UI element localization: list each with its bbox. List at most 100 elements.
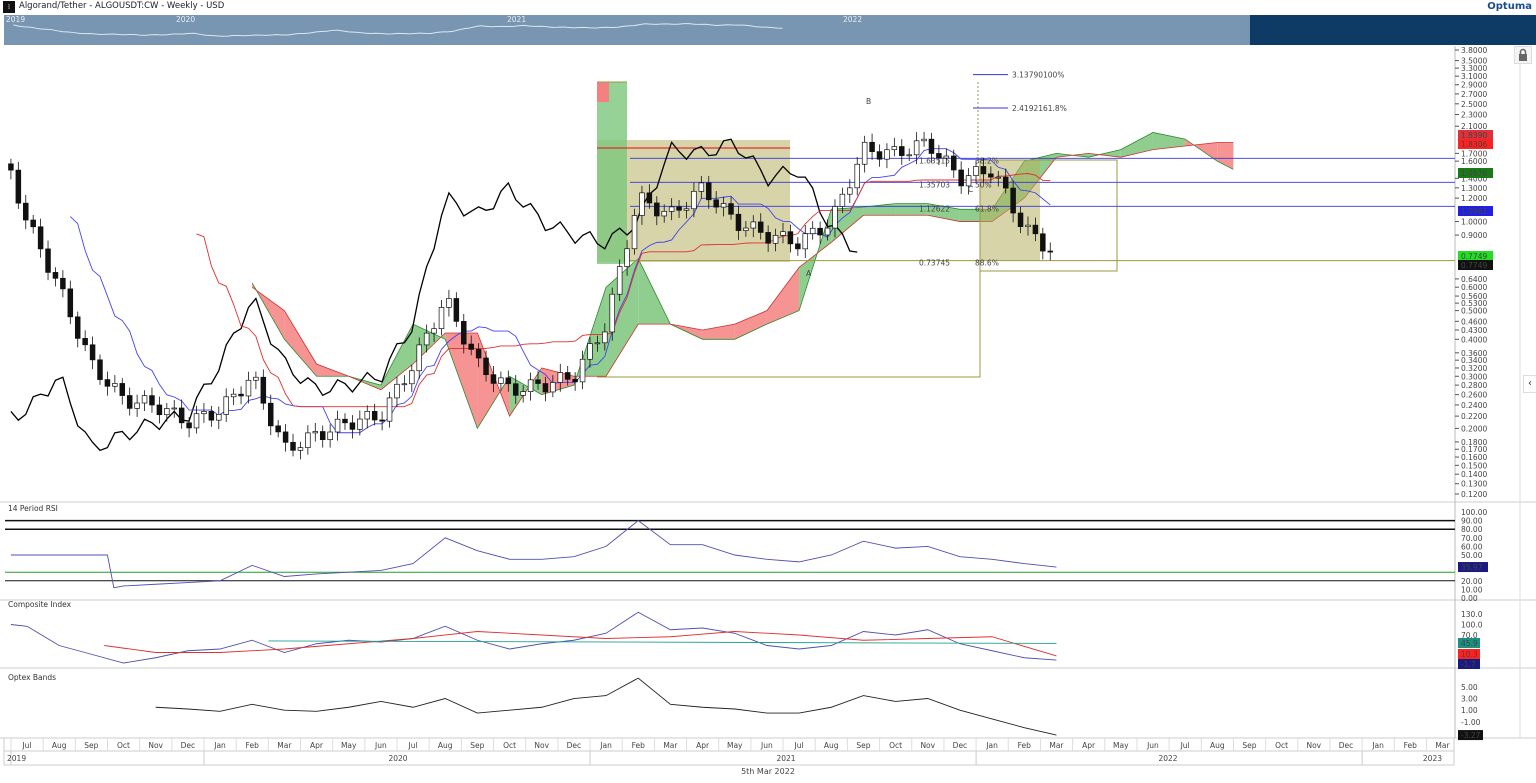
price-tick-label: 1.6000 [1461, 157, 1487, 166]
month-label: Feb [1404, 741, 1418, 750]
chart-canvas[interactable]: 3.80003.50003.30003.10002.90002.70002.50… [0, 0, 1536, 783]
candle-bullish [750, 221, 757, 229]
month-label: Mar [663, 741, 678, 750]
candle-bullish [557, 372, 564, 383]
candle-bearish [379, 419, 385, 422]
month-label: Aug [52, 741, 67, 750]
price-tick-label: 0.2200 [1461, 412, 1487, 421]
composite-last-value: 45.9 [1461, 639, 1478, 648]
candle-bullish [386, 397, 393, 422]
candle-bullish [438, 307, 445, 330]
candle-bullish [839, 193, 846, 207]
composite-panel-title: Composite Index [8, 600, 72, 609]
price-tick-label: 0.1500 [1461, 461, 1487, 470]
month-label: Mar [1049, 741, 1064, 750]
candle-bearish [267, 402, 274, 427]
candle-bearish [728, 203, 734, 215]
candle-bullish [141, 395, 148, 404]
candle-bearish [817, 227, 823, 236]
candle-bullish [802, 233, 809, 250]
candle-bearish [8, 163, 14, 171]
lock-icon[interactable] [1514, 46, 1532, 64]
candle-bullish [112, 383, 118, 387]
candle-bullish [164, 408, 170, 416]
candle-bearish [23, 202, 29, 221]
fib-level-percent: 61.8% [1043, 104, 1067, 113]
year-label: 2021 [776, 754, 795, 763]
candle-bullish [423, 332, 430, 346]
optex-panel-title: Optex Bands [8, 673, 56, 682]
candle-bullish [134, 402, 140, 409]
month-label: Aug [824, 741, 839, 750]
candle-bullish [847, 187, 853, 195]
candle-bullish [223, 396, 229, 415]
price-tick-label: 0.1200 [1461, 490, 1487, 499]
candle-bullish [245, 379, 252, 397]
wave-label: B [866, 97, 871, 106]
candle-bullish [624, 248, 630, 267]
candle-bullish [698, 182, 705, 192]
month-label: Jul [408, 741, 418, 750]
cloud-bearish [766, 267, 800, 325]
month-label: Jul [794, 741, 804, 750]
candle-bullish [943, 155, 950, 159]
candle-bearish [564, 372, 571, 380]
candle-bullish [364, 411, 371, 420]
candle-bullish [913, 140, 920, 156]
candle-bullish [891, 146, 898, 151]
candle-bearish [876, 151, 883, 160]
month-label: Dec [953, 741, 968, 750]
price-tick-label: 2.9000 [1461, 81, 1487, 90]
composite-composite-line [10, 611, 1057, 664]
candle-bearish [342, 418, 348, 424]
price-tick-label: 0.3000 [1461, 372, 1487, 381]
candle-bullish [587, 343, 593, 360]
candle-bearish [126, 395, 133, 409]
candle-bearish [97, 359, 103, 380]
rsi-line [10, 520, 1057, 589]
candle-bullish [661, 210, 667, 217]
collapse-panel-chevron-icon[interactable]: ‹ [1523, 375, 1536, 393]
fib-level-value: 2.41921 [1012, 104, 1043, 113]
cloud-bullish [1152, 132, 1186, 150]
month-label: Jun [1146, 741, 1159, 750]
candle-bullish [639, 192, 645, 216]
month-label: Aug [1210, 741, 1225, 750]
candle-bearish [950, 155, 957, 171]
candle-bullish [906, 154, 912, 157]
year-label: 2020 [388, 754, 407, 763]
volume-profile-bars [597, 82, 609, 102]
candle-bullish [602, 331, 608, 344]
candle-bearish [958, 169, 964, 187]
candle-bearish [787, 231, 794, 245]
month-label: Jun [760, 741, 773, 750]
candle-bearish [371, 411, 378, 421]
candle-bullish [973, 166, 979, 176]
candle-bearish [30, 219, 36, 228]
composite-tick-label: 100.0 [1461, 621, 1483, 630]
optex-tick-label: 1.00 [1461, 706, 1478, 715]
composite-tick-label: 130.0 [1461, 610, 1483, 619]
candle-bullish [416, 344, 422, 372]
month-label: Nov [920, 741, 935, 750]
candle-bearish [490, 374, 497, 384]
candle-bearish [1010, 187, 1016, 214]
candle-bearish [535, 379, 541, 384]
candle-bullish [327, 431, 333, 440]
composite-last-value: -1.7 [1461, 660, 1476, 669]
candle-bullish [520, 391, 526, 396]
price-tick-label: 0.5000 [1461, 307, 1487, 316]
month-label: Apr [1082, 741, 1096, 750]
candle-bearish [654, 202, 660, 217]
month-label: Mar [1435, 741, 1450, 750]
month-label: Jun [374, 741, 387, 750]
month-label: Sep [1242, 741, 1256, 750]
candle-bearish [119, 383, 126, 396]
candle-bullish [193, 413, 200, 429]
month-label: Nov [534, 741, 549, 750]
candle-bearish [290, 441, 296, 451]
wave-label: C [968, 185, 973, 194]
month-label: Apr [696, 741, 710, 750]
candle-bullish [683, 208, 690, 211]
month-label: Oct [117, 741, 130, 750]
